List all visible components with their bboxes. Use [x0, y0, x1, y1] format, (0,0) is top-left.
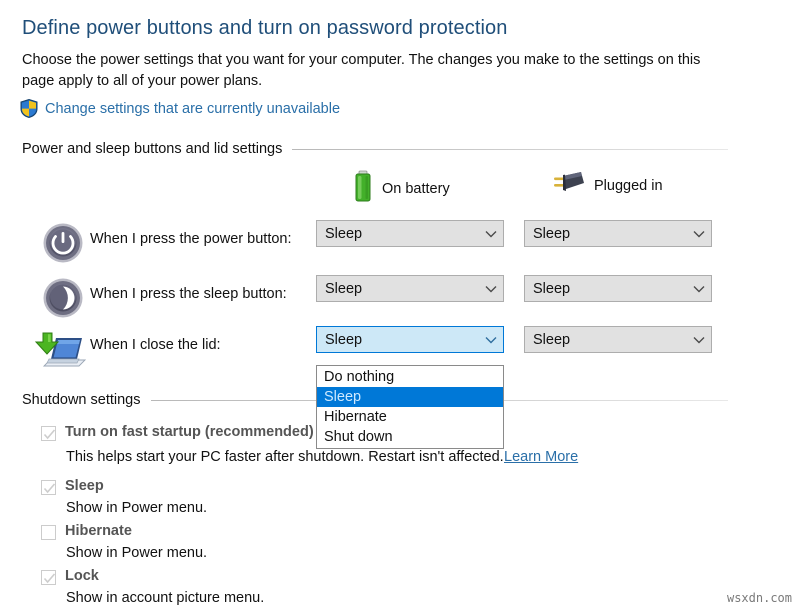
shutdown-section-label: Shutdown settings — [22, 392, 141, 408]
checkbox-row-hibernate[interactable]: Hibernate — [41, 523, 132, 540]
dropdown-option[interactable]: Shut down — [317, 427, 503, 447]
combo-sleep-button-on-battery[interactable]: Sleep — [316, 275, 504, 302]
power-button-icon — [42, 222, 84, 264]
dropdown-option[interactable]: Do nothing — [317, 367, 503, 387]
checkbox-fast-startup[interactable] — [41, 426, 56, 441]
combo-value: Sleep — [325, 280, 363, 297]
chevron-down-icon — [687, 285, 711, 293]
combo-value: Sleep — [325, 331, 363, 348]
setting-row-label: When I press the sleep button: — [90, 286, 287, 302]
chevron-down-icon — [687, 230, 711, 238]
checkbox-label: Hibernate — [65, 523, 132, 539]
setting-row: When I press the sleep button: Sleep Sle… — [0, 275, 800, 319]
combo-value: Sleep — [533, 225, 571, 242]
checkbox-description: Show in Power menu. — [66, 500, 208, 516]
power-plug-icon — [551, 170, 585, 201]
checkbox-hibernate[interactable] — [41, 525, 56, 540]
column-header-plugged-in: Plugged in — [551, 170, 663, 201]
chevron-down-icon — [479, 230, 503, 238]
learn-more-link[interactable]: Learn More — [504, 449, 578, 465]
change-unavailable-settings-row[interactable]: Change settings that are currently unava… — [20, 99, 340, 118]
combo-close-lid-plugged-in[interactable]: Sleep — [524, 326, 712, 353]
watermark: wsxdn.com — [726, 591, 792, 605]
combo-sleep-button-plugged-in[interactable]: Sleep — [524, 275, 712, 302]
chevron-down-icon — [479, 336, 503, 344]
laptop-close-lid-icon — [30, 330, 87, 370]
column-header-plugged-in-label: Plugged in — [594, 177, 663, 194]
setting-row-label: When I press the power button: — [90, 231, 292, 247]
dropdown-option[interactable]: Hibernate — [317, 407, 503, 427]
checkmark-icon — [43, 573, 56, 584]
checkbox-sleep[interactable] — [41, 480, 56, 495]
chevron-down-icon — [687, 336, 711, 344]
checkmark-icon — [43, 429, 56, 440]
section-divider — [292, 148, 728, 150]
checkbox-row-fast-startup[interactable]: Turn on fast startup (recommended) — [41, 424, 314, 441]
page-title: Define power buttons and turn on passwor… — [22, 17, 508, 39]
power-section-header: Power and sleep buttons and lid settings — [22, 141, 728, 157]
combo-value: Sleep — [325, 225, 363, 242]
column-header-on-battery-label: On battery — [382, 180, 450, 197]
checkbox-row-sleep[interactable]: Sleep — [41, 478, 104, 495]
dropdown-option-selected[interactable]: Sleep — [317, 387, 503, 407]
setting-row-label: When I close the lid: — [90, 337, 221, 353]
setting-row: When I press the power button: Sleep Sle… — [0, 220, 800, 264]
checkbox-description: Show in account picture menu. — [66, 590, 265, 606]
combo-value: Sleep — [533, 331, 571, 348]
combo-close-lid-on-battery[interactable]: Sleep — [316, 326, 504, 353]
combo-value: Sleep — [533, 280, 571, 297]
checkbox-label: Turn on fast startup (recommended) — [65, 424, 314, 440]
change-unavailable-settings-link[interactable]: Change settings that are currently unava… — [45, 101, 340, 117]
battery-icon — [353, 170, 373, 207]
checkbox-label: Lock — [65, 568, 99, 584]
sleep-button-icon — [42, 277, 84, 319]
dropdown-options-close-lid-on-battery[interactable]: Do nothing Sleep Hibernate Shut down — [316, 365, 504, 449]
shield-icon — [20, 99, 38, 118]
checkbox-label: Sleep — [65, 478, 104, 494]
checkbox-description: Show in Power menu. — [66, 545, 208, 561]
setting-row: When I close the lid: Sleep Sleep — [0, 326, 800, 370]
combo-power-button-plugged-in[interactable]: Sleep — [524, 220, 712, 247]
chevron-down-icon — [479, 285, 503, 293]
checkbox-row-lock[interactable]: Lock — [41, 568, 99, 585]
checkmark-icon — [43, 483, 56, 494]
power-section-label: Power and sleep buttons and lid settings — [22, 141, 283, 157]
checkbox-lock[interactable] — [41, 570, 56, 585]
column-header-on-battery: On battery — [353, 170, 450, 207]
combo-power-button-on-battery[interactable]: Sleep — [316, 220, 504, 247]
page-description: Choose the power settings that you want … — [22, 52, 701, 89]
checkbox-description: This helps start your PC faster after sh… — [66, 449, 504, 465]
